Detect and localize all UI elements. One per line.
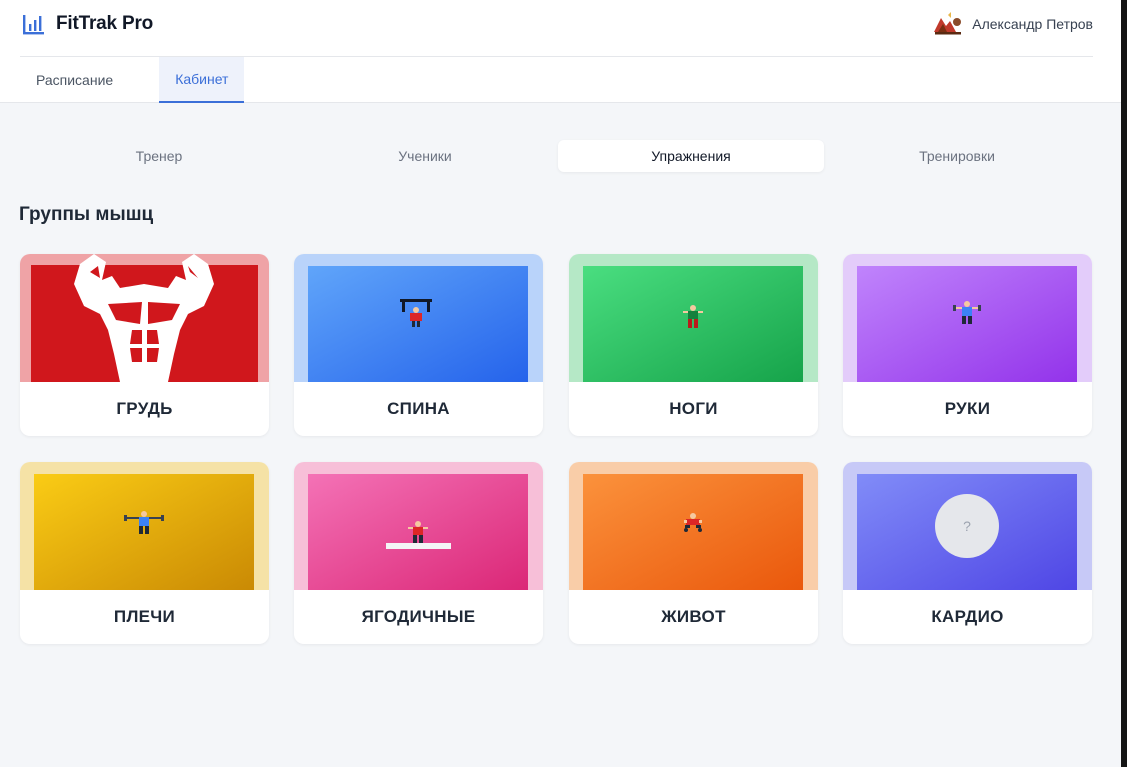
muscle-card-image [294, 254, 543, 382]
subtab-workouts-label: Тренировки [919, 148, 995, 164]
window-right-edge [1121, 0, 1127, 767]
pullup-figure-icon [294, 254, 543, 382]
main-tabs: Расписание Кабинет [20, 57, 245, 103]
app-name: FitTrak Pro [56, 13, 154, 34]
muscle-card-glutes[interactable]: ЯГОДИЧНЫЕ [294, 462, 543, 644]
muscle-card-image [20, 254, 269, 382]
arms-figure-icon [843, 254, 1092, 382]
muscle-card-label: ЖИВОТ [661, 607, 726, 626]
tab-schedule-label: Расписание [36, 72, 114, 88]
muscle-card-legs[interactable]: НОГИ [569, 254, 818, 436]
muscle-card-image [569, 254, 818, 382]
crunch-figure-icon [569, 462, 818, 590]
tab-schedule[interactable]: Расписание [20, 57, 129, 103]
muscle-card-back[interactable]: СПИНА [294, 254, 543, 436]
muscle-card-image [20, 462, 269, 590]
subtab-exercises[interactable]: Упражнения [558, 140, 824, 172]
muscle-card-image [294, 462, 543, 590]
subtab-students[interactable]: Ученики [292, 140, 558, 172]
muscle-card-label: СПИНА [387, 399, 450, 418]
app-header: FitTrak Pro Александр Петров Расписание … [0, 0, 1121, 103]
muscle-card-label: НОГИ [669, 399, 718, 418]
user-menu[interactable]: Александр Петров [932, 10, 1093, 38]
muscle-card-label: КАРДИО [931, 607, 1004, 626]
placeholder-text: ? [963, 518, 971, 534]
muscle-group-grid: ГРУДЬ СПИНА НОГИ РУКИ ПЛЕЧИ ЯГОДИЧНЫЕ ЖИ… [20, 254, 1092, 644]
subtab-exercises-label: Упражнения [651, 148, 731, 164]
subtab-trainer-label: Тренер [135, 148, 183, 164]
user-name: Александр Петров [972, 16, 1093, 32]
bar-chart-icon [23, 15, 44, 35]
muscle-card-label: ПЛЕЧИ [113, 607, 176, 626]
muscle-card-image: ? [843, 462, 1092, 590]
subtab-trainer[interactable]: Тренер [26, 140, 292, 172]
question-mark-icon: ? [843, 462, 1092, 590]
sub-tabs: Тренер Ученики Упражнения Тренировки [26, 140, 1090, 172]
muscle-card-label: РУКИ [944, 399, 991, 418]
muscle-card-image [569, 462, 818, 590]
shoulders-figure-icon [20, 462, 269, 590]
brand[interactable]: FitTrak Pro [20, 10, 153, 38]
muscle-card-abs[interactable]: ЖИВОТ [569, 462, 818, 644]
section-title: Группы мышц [19, 204, 154, 225]
standing-figure-icon [569, 254, 818, 382]
muscle-card-arms[interactable]: РУКИ [843, 254, 1092, 436]
muscle-card-label: ГРУДЬ [116, 399, 173, 418]
muscle-card-shoulders[interactable]: ПЛЕЧИ [20, 462, 269, 644]
subtab-workouts[interactable]: Тренировки [824, 140, 1090, 172]
muscle-card-image [843, 254, 1092, 382]
muscle-card-chest[interactable]: ГРУДЬ [20, 254, 269, 436]
tab-cabinet-label: Кабинет [175, 71, 229, 87]
bench-figure-icon [294, 462, 543, 590]
chest-muscles-icon [20, 254, 269, 382]
subtab-students-label: Ученики [398, 148, 452, 164]
tab-cabinet[interactable]: Кабинет [159, 57, 245, 103]
user-avatar-icon [934, 12, 962, 35]
muscle-card-cardio[interactable]: ? КАРДИО [843, 462, 1092, 644]
muscle-card-label: ЯГОДИЧНЫЕ [361, 607, 476, 626]
